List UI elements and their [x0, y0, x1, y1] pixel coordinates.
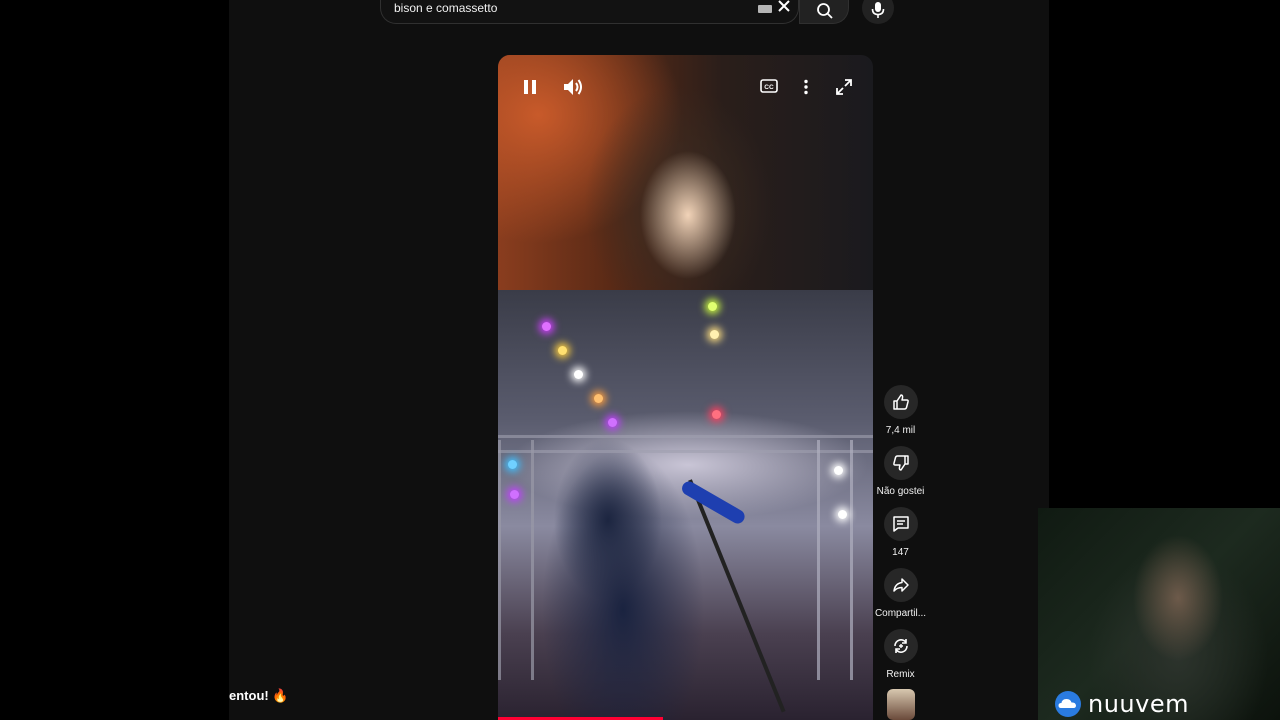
share-label: Compartil...	[874, 608, 927, 619]
pause-icon[interactable]	[522, 79, 538, 95]
shorts-video-player[interactable]: CC	[498, 55, 873, 720]
stage-light	[710, 330, 719, 339]
search-input[interactable]: bison e comassetto	[394, 1, 497, 15]
video-frame-concert	[498, 290, 873, 720]
stage-light	[542, 322, 551, 331]
thumbs-up-icon	[892, 394, 909, 410]
dislike-button[interactable]	[883, 446, 918, 480]
stage-light	[510, 490, 519, 499]
search-button[interactable]	[799, 0, 849, 24]
dislike-label: Não gostei	[876, 486, 925, 497]
volume-icon[interactable]	[562, 77, 584, 97]
stage-light	[838, 510, 847, 519]
thumbs-down-icon	[892, 455, 909, 471]
share-icon	[892, 578, 909, 592]
stage-light	[574, 370, 583, 379]
chat-message: entou! 🔥	[229, 688, 289, 703]
captions-icon[interactable]: CC	[760, 79, 778, 93]
video-frame-streamer	[498, 55, 873, 290]
share-button[interactable]	[883, 568, 918, 602]
like-button[interactable]	[883, 385, 918, 419]
microphone-icon	[871, 2, 885, 18]
streamer-webcam	[1038, 508, 1280, 720]
stage-light	[708, 302, 717, 311]
nuuvem-logo: nuuvem	[1054, 690, 1189, 718]
clear-search-icon[interactable]	[776, 0, 792, 14]
comments-action[interactable]: 147	[873, 507, 928, 558]
comment-icon	[892, 516, 909, 532]
remix-icon	[893, 639, 908, 653]
stage-light	[508, 460, 517, 469]
remix-action[interactable]: Remix	[873, 629, 928, 680]
stage-light	[834, 466, 843, 475]
comments-count: 147	[892, 547, 909, 558]
search-bar[interactable]: bison e comassetto	[380, 0, 799, 24]
more-options-icon[interactable]	[803, 79, 809, 95]
stage-light	[608, 418, 617, 427]
remix-button[interactable]	[883, 629, 918, 663]
microphone	[679, 478, 748, 527]
like-count: 7,4 mil	[885, 425, 916, 436]
sound-thumbnail[interactable]	[887, 689, 915, 720]
stage-light	[712, 410, 721, 419]
search-icon	[817, 3, 833, 19]
stage-truss	[817, 440, 853, 680]
comments-button[interactable]	[883, 507, 918, 541]
svg-text:CC: CC	[764, 84, 774, 91]
share-action[interactable]: Compartil...	[873, 568, 928, 619]
dislike-action[interactable]: Não gostei	[873, 446, 928, 497]
cloud-icon	[1055, 691, 1081, 717]
brand-name: nuuvem	[1088, 690, 1189, 718]
like-action[interactable]: 7,4 mil	[873, 385, 928, 436]
stage-light	[558, 346, 567, 355]
remix-label: Remix	[886, 669, 915, 680]
fullscreen-icon[interactable]	[836, 79, 852, 95]
stage-light	[594, 394, 603, 403]
keyboard-icon[interactable]	[758, 5, 772, 13]
stage-truss	[498, 440, 534, 680]
